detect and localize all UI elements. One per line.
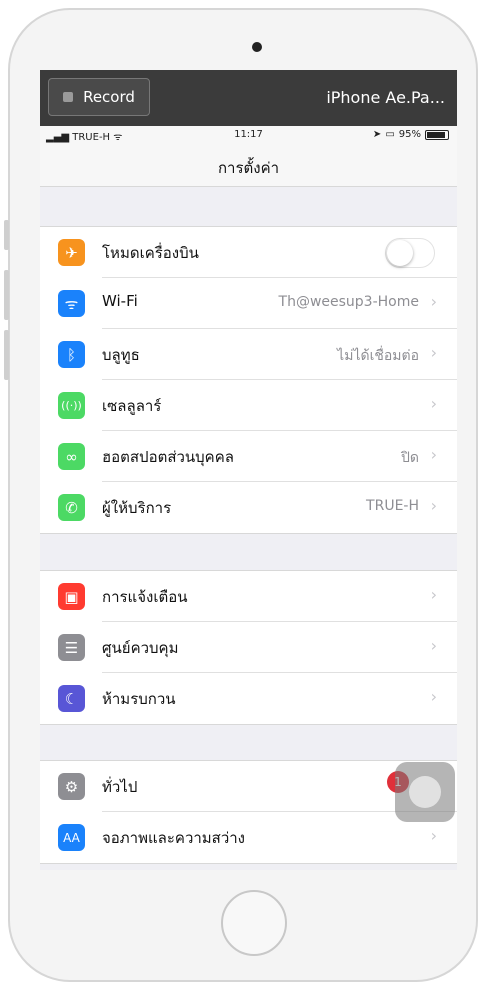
row-bluetooth[interactable]: ᛒ บลูทูธ ไม่ได้เชื่อมต่อ › (40, 329, 457, 380)
row-personal-hotspot[interactable]: ∞ ฮอตสปอตส่วนบุคคล ปิด › (40, 431, 457, 482)
row-display-brightness[interactable]: AA จอภาพและความสว่าง › (40, 812, 457, 863)
mute-switch (4, 220, 9, 250)
row-label: เซลลูลาร์ (102, 397, 162, 415)
device-title: iPhone Ae.Pa... (326, 88, 445, 107)
chevron-right-icon: › (430, 687, 437, 706)
page-title: การตั้งค่า (217, 159, 280, 177)
record-label: Record (83, 88, 135, 106)
chevron-right-icon: › (430, 394, 437, 413)
row-label: โหมดเครื่องบิน (102, 244, 199, 262)
cellular-icon: ((·)) (58, 392, 85, 419)
settings-group-connectivity: ✈ โหมดเครื่องบิน ᯤ Wi-Fi Th@weesup3-Home… (40, 226, 457, 534)
battery-percent: 95% (398, 129, 421, 140)
assistive-touch-icon (409, 776, 441, 808)
chevron-right-icon: › (430, 445, 437, 464)
row-label: จอภาพและความสว่าง (102, 829, 246, 847)
wifi-icon: ᯤ (58, 290, 85, 317)
row-value: TRUE-H (366, 498, 419, 514)
row-label: ศูนย์ควบคุม (102, 639, 179, 657)
chevron-right-icon: › (430, 585, 437, 604)
airplane-mode-toggle[interactable] (385, 238, 435, 268)
notifications-icon: ▣ (58, 583, 85, 610)
row-value: ไม่ได้เชื่อมต่อ (337, 348, 419, 364)
chevron-right-icon: › (430, 343, 437, 362)
nav-bar: การตั้งค่า (40, 144, 457, 187)
row-control-center[interactable]: ☰ ศูนย์ควบคุม › (40, 622, 457, 673)
row-wifi[interactable]: ᯤ Wi-Fi Th@weesup3-Home › (40, 278, 457, 329)
row-label: ผู้ให้บริการ (102, 499, 172, 517)
toggle-knob (387, 240, 413, 266)
hotspot-icon: ∞ (58, 443, 85, 470)
assistive-touch-button[interactable] (395, 762, 455, 822)
status-bar: ▂▄▆ TRUE-H ᯤ 11:17 ➤ ▭ 95% (40, 126, 457, 144)
row-value: Th@weesup3-Home (278, 294, 419, 310)
row-carrier[interactable]: ✆ ผู้ให้บริการ TRUE-H › (40, 482, 457, 533)
row-label: การแจ้งเตือน (102, 588, 188, 606)
volume-up-button (4, 270, 9, 320)
row-label: ห้ามรบกวน (102, 690, 176, 708)
row-label: ทั่วไป (102, 778, 138, 796)
carrier-phone-icon: ✆ (58, 494, 85, 521)
gear-icon: ⚙ (58, 773, 85, 800)
record-button[interactable]: Record (48, 78, 150, 116)
stop-square-icon (63, 92, 74, 102)
battery-icon (425, 129, 449, 140)
status-right: ➤ ▭ 95% (373, 129, 449, 140)
row-do-not-disturb[interactable]: ☾ ห้ามรบกวน › (40, 673, 457, 724)
proximity-sensor (252, 42, 262, 52)
location-icon: ➤ (372, 129, 382, 140)
volume-down-button (4, 330, 9, 380)
screen-mirror-icon: ▭ (385, 129, 395, 140)
row-cellular[interactable]: ((·)) เซลลูลาร์ › (40, 380, 457, 431)
display-icon: AA (58, 824, 85, 851)
moon-icon: ☾ (58, 685, 85, 712)
chevron-right-icon: › (430, 292, 437, 311)
row-value: ปิด (401, 450, 419, 466)
row-label: ฮอตสปอตส่วนบุคคล (102, 448, 234, 466)
airplane-icon: ✈ (58, 239, 85, 266)
chevron-right-icon: › (430, 496, 437, 515)
settings-group-notifications: ▣ การแจ้งเตือน › ☰ ศูนย์ควบคุม › ☾ ห้ามร… (40, 570, 457, 725)
screen: Record iPhone Ae.Pa... ▂▄▆ TRUE-H ᯤ 11:1… (40, 70, 457, 870)
row-label: Wi-Fi (102, 292, 138, 310)
recorder-bar: Record iPhone Ae.Pa... (40, 70, 457, 126)
bluetooth-icon: ᛒ (58, 341, 85, 368)
home-button[interactable] (221, 890, 287, 956)
chevron-right-icon: › (430, 636, 437, 655)
row-airplane-mode[interactable]: ✈ โหมดเครื่องบิน (40, 227, 457, 278)
row-notifications[interactable]: ▣ การแจ้งเตือน › (40, 571, 457, 622)
control-center-icon: ☰ (58, 634, 85, 661)
chevron-right-icon: › (430, 826, 437, 845)
row-label: บลูทูธ (102, 346, 140, 364)
